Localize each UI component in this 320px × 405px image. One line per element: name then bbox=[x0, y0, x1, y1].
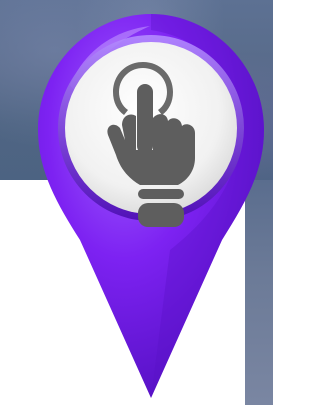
map-pin-icon bbox=[38, 14, 264, 398]
illustration-scene bbox=[0, 0, 273, 405]
